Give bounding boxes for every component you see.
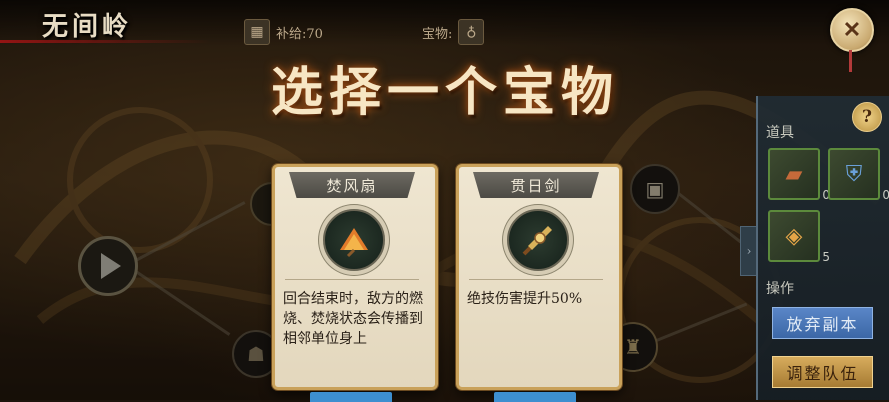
question-icon: ? — [862, 107, 872, 127]
close-tassel — [849, 50, 852, 72]
stage-name: 无间岭 — [42, 12, 133, 42]
stage-name-underline — [0, 40, 210, 43]
armor-item-icon: ⛨ — [845, 161, 863, 187]
token-item-icon: ◈ — [785, 223, 803, 249]
actions-section-label: 操作 — [766, 281, 794, 297]
supply-counter: ▦ 补给:70 — [244, 18, 323, 46]
fire-fan-icon — [323, 209, 385, 271]
scroll-item-icon: ▰ — [785, 161, 803, 187]
treasure-name: 焚风扇 — [289, 172, 415, 198]
items-section-label: 道具 — [766, 125, 794, 141]
item-count: 0 — [882, 188, 889, 202]
treasure-counter: 宝物: ♁ — [422, 18, 485, 46]
treasure-gourd-icon: ♁ — [458, 19, 485, 45]
card-divider — [285, 279, 419, 280]
sun-sword-icon — [507, 209, 569, 271]
treasure-description: 绝技伤害提升50% — [467, 291, 583, 307]
item-slot[interactable]: ⛨ 0 — [828, 148, 889, 202]
treasure-card[interactable]: 贯日剑 绝技伤害提升50% — [456, 164, 622, 390]
treasure-name: 贯日剑 — [473, 172, 599, 198]
item-slot[interactable]: ◈ 5 — [768, 210, 830, 264]
supply-label: 补给:70 — [276, 26, 323, 42]
item-count: 5 — [822, 250, 830, 264]
dialog-title: 选择一个宝物 — [270, 62, 619, 123]
treasure-description: 回合结束时，敌方的燃烧、焚烧状态会传播到相邻单位身上 — [283, 291, 423, 347]
select-button[interactable] — [310, 392, 392, 402]
help-button[interactable]: ? — [852, 102, 882, 132]
treasure-label: 宝物: — [422, 26, 453, 42]
supply-box-icon: ▦ — [244, 19, 270, 45]
treasure-card[interactable]: 焚风扇 回合结束时，敌方的燃烧、焚烧状态会传播到相邻单位身上 — [272, 164, 438, 390]
abandon-dungeon-button[interactable]: 放弃副本 — [772, 307, 873, 339]
select-button[interactable] — [494, 392, 576, 402]
adjust-team-button[interactable]: 调整队伍 — [772, 356, 873, 388]
card-divider — [469, 279, 603, 280]
chevron-right-icon: › — [746, 244, 752, 258]
close-button[interactable]: ✕ — [830, 8, 874, 52]
item-slot[interactable]: ▰ 0 — [768, 148, 830, 202]
close-icon: ✕ — [842, 17, 862, 43]
